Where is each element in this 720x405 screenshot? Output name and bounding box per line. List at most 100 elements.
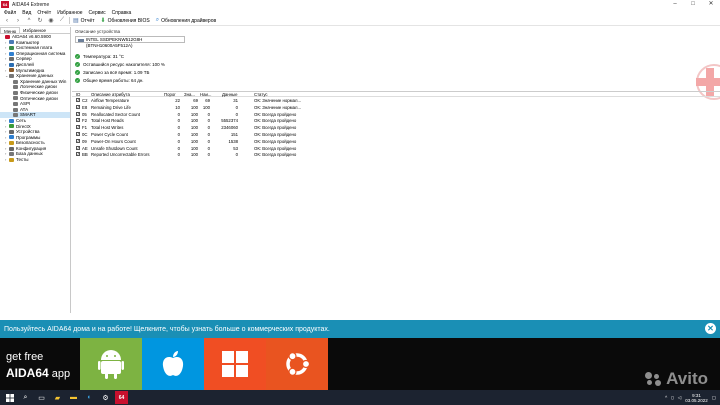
app-advertisement[interactable]: get free AIDA64 app Avito: [0, 338, 720, 390]
chevron-up-icon[interactable]: ^: [665, 395, 667, 400]
category-icon: [5, 34, 10, 39]
row-checkbox[interactable]: ✓: [76, 104, 80, 109]
android-icon: [98, 350, 124, 379]
toolbar: ‹ › ^ ↻ ◉ ⟋ ▤ Отчёт ⬇ Обновления BIOS ⌕ …: [0, 16, 720, 26]
menu-help[interactable]: Справка: [112, 10, 132, 16]
edge-icon[interactable]: ◐: [83, 391, 96, 404]
task-view-icon[interactable]: ▭: [35, 391, 48, 404]
column-data[interactable]: Данные: [222, 92, 238, 97]
table-row[interactable]: ✓ F2 Total Host Reads 0 100 0 5552374 ОК: Всегд…: [72, 118, 720, 125]
tab-favorites[interactable]: Избранное: [20, 27, 49, 33]
table-row[interactable]: ✓ 0C Power Cycle Count 0 100 0 151 ОК: Всегда п…: [72, 132, 720, 139]
category-icon: [9, 40, 14, 45]
sidebar-item[interactable]: › Тесты: [0, 157, 70, 163]
cell-data: 151: [230, 132, 238, 137]
category-icon: [13, 85, 18, 90]
bios-update-button[interactable]: ⬇ Обновления BIOS: [100, 17, 150, 25]
menu-report[interactable]: Отчёт: [37, 10, 51, 16]
cell-value: 100: [190, 145, 198, 151]
maximize-button[interactable]: □: [684, 0, 702, 9]
row-checkbox[interactable]: ✓: [76, 132, 80, 136]
table-row[interactable]: ✓ 05 Reallocated Sector Count 0 100 0 0 ОК: Все…: [72, 111, 720, 119]
row-checkbox[interactable]: ✓: [76, 118, 80, 123]
column-value[interactable]: Зна...: [184, 92, 195, 97]
cell-id: F2: [82, 118, 88, 124]
aida64-taskbar-icon[interactable]: 64: [115, 391, 128, 404]
row-checkbox[interactable]: ✓: [76, 145, 80, 150]
chart-icon[interactable]: ⟋: [58, 17, 66, 25]
row-checkbox[interactable]: ✓: [76, 125, 80, 130]
content-pane: Описание устройства INTEL SSDPEKNW512G8H…: [72, 27, 720, 313]
toolbar-divider: [69, 17, 70, 24]
cell-data: 5552374: [221, 118, 238, 124]
cell-worst: 0: [207, 145, 210, 151]
table-row[interactable]: ✓ E8 Remaining Drive Life 10 100 100 0 ОК: Знач…: [72, 104, 720, 112]
download-icon: ⬇: [100, 18, 106, 24]
column-status[interactable]: Статус: [254, 92, 268, 97]
menu-file[interactable]: Файл: [4, 10, 16, 16]
row-checkbox[interactable]: ✓: [76, 111, 80, 116]
minimize-button[interactable]: –: [666, 0, 684, 9]
table-row[interactable]: ✓ F1 Total Host Writes 0 100 0 2346060 ОК: Всег…: [72, 125, 720, 132]
promo-banner[interactable]: Пользуйтесь AIDA64 дома и на работе! Щел…: [0, 320, 720, 338]
category-icon: [13, 101, 18, 106]
network-icon[interactable]: ▯: [671, 395, 673, 401]
cell-id: E8: [82, 104, 88, 110]
window-title: AIDA64 Extreme: [12, 1, 50, 8]
cell-id: BB: [82, 152, 88, 158]
refresh-icon[interactable]: ↻: [36, 17, 44, 25]
table-row[interactable]: ✓ 09 Power-On Hours Count 0 100 0 1538 ОК: Всег…: [72, 138, 720, 146]
cell-threshold: 0: [177, 125, 180, 131]
tab-menu[interactable]: Меню: [0, 27, 21, 34]
cell-value: 100: [190, 111, 198, 117]
row-checkbox[interactable]: ✓: [76, 152, 80, 157]
notification-icon[interactable]: ▢: [712, 395, 716, 401]
status-drive-life-text: Оставшийся ресурс накопителя: 100 %: [83, 62, 165, 67]
device-selector[interactable]: INTEL SSDPEKNW512G8H (BTNH10600A5F512A): [75, 36, 185, 48]
row-checkbox[interactable]: ✓: [76, 138, 80, 143]
status-temperature-text: Температура: 31 °C: [83, 54, 125, 59]
volume-icon[interactable]: ◁: [678, 395, 681, 401]
back-icon[interactable]: ‹: [3, 17, 11, 25]
office-icon[interactable]: ▰: [51, 391, 64, 404]
cell-threshold: 10: [175, 104, 180, 110]
table-row[interactable]: ✓ BB Reported Uncorrectable Errors 0 100 0 0 ОК…: [72, 152, 720, 159]
column-worst[interactable]: Наи...: [200, 92, 211, 97]
settings-icon[interactable]: ⚙: [99, 391, 112, 404]
status-written-text: Записано за всё время: 1.09 ТБ: [83, 70, 150, 75]
check-icon: ✓: [75, 54, 80, 59]
file-explorer-icon[interactable]: ▬: [67, 391, 80, 404]
row-checkbox[interactable]: ✓: [76, 98, 80, 102]
cell-attribute: Power Cycle Count: [91, 132, 128, 137]
category-icon: [9, 57, 14, 62]
driver-update-button[interactable]: ⌕ Обновления драйверов: [156, 17, 216, 24]
up-icon[interactable]: ^: [25, 17, 33, 25]
android-tile[interactable]: [80, 338, 142, 390]
banner-close-icon[interactable]: ✕: [705, 323, 716, 334]
column-attribute[interactable]: Описание атрибута: [91, 92, 130, 97]
category-icon: [13, 79, 18, 84]
user-icon[interactable]: ◉: [47, 17, 55, 25]
close-button[interactable]: ✕: [702, 0, 720, 9]
windows-tile[interactable]: [204, 338, 266, 390]
report-button[interactable]: ▤ Отчёт: [73, 17, 95, 25]
forward-icon[interactable]: ›: [14, 17, 22, 25]
cell-threshold: 0: [177, 132, 180, 137]
menu-view[interactable]: Вид: [22, 10, 31, 16]
column-threshold[interactable]: Порог: [164, 92, 176, 97]
menu-favorites[interactable]: Избранное: [57, 10, 82, 16]
table-row[interactable]: ✓ AE Unsafe Shutdown Count 0 100 0 53 ОК: Всегд…: [72, 145, 720, 153]
search-icon[interactable]: ⌕: [19, 391, 32, 404]
sidebar-item[interactable]: › Операционная система: [0, 51, 70, 57]
category-icon: [9, 118, 14, 123]
menu-tools[interactable]: Сервис: [89, 10, 106, 16]
cell-id: 0C: [82, 132, 88, 137]
clock[interactable]: 9:31 03.05.2022: [685, 393, 708, 403]
avito-logo-icon: [645, 372, 663, 386]
table-row[interactable]: ✓ C2 Airflow Temperature 22 69 69 31 ОК: Значен…: [72, 98, 720, 105]
column-id[interactable]: ID: [76, 92, 80, 97]
apple-tile[interactable]: [142, 338, 204, 390]
category-icon: [9, 62, 14, 67]
start-icon[interactable]: [3, 391, 16, 404]
ubuntu-tile[interactable]: [266, 338, 328, 390]
